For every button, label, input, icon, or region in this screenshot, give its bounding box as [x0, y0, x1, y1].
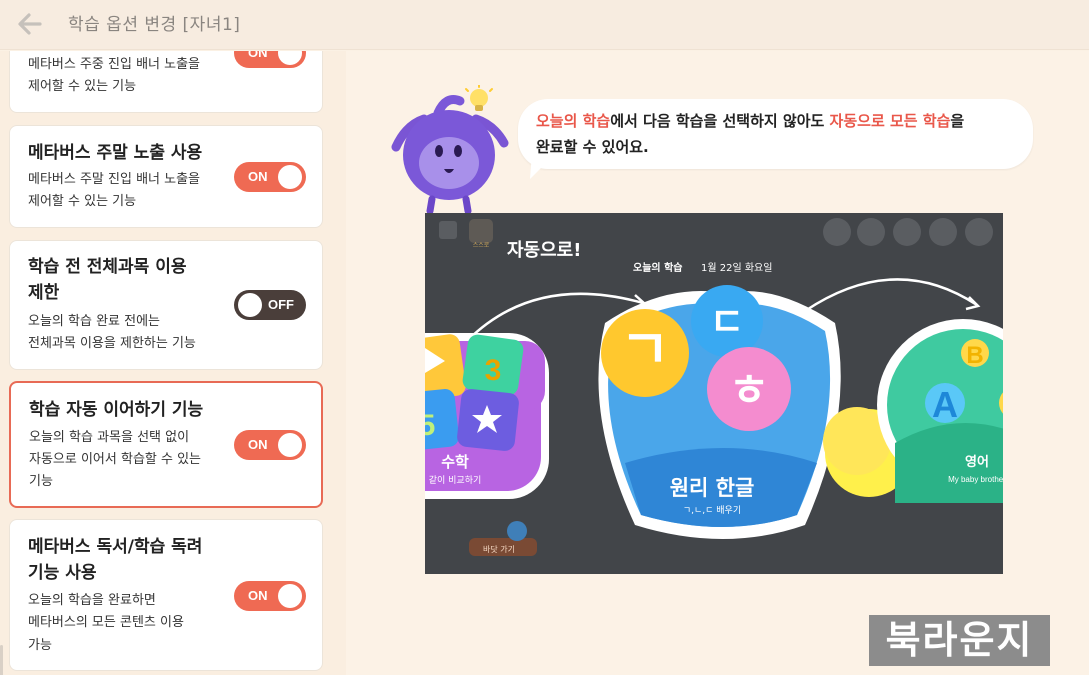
setting-desc: 전체과목 이용을 제한하는 기능 — [28, 336, 196, 351]
toggle-label: ON — [248, 437, 268, 452]
toggle-knob — [278, 165, 302, 189]
hangul-char: ㄷ — [710, 300, 745, 344]
bubble-text-segment: 에서 다음 학습을 선택하지 않아도 — [610, 112, 830, 130]
setting-title: 학습 자동 이어하기 기능 — [29, 400, 204, 420]
setting-desc: 제어할 수 있는 기능 — [28, 194, 137, 209]
math-digit: 3 — [485, 354, 502, 387]
setting-desc: 메타버스 주중 진입 배너 노출을 — [28, 57, 201, 72]
math-subtitle: 같이 비교하기 — [429, 474, 482, 486]
bubble-text-segment: 완료할 수 있어요. — [536, 138, 649, 156]
settings-list[interactable]: 메타버스 주중 진입 배너 노출을 제어할 수 있는 기능 ON 메타버스 주말… — [0, 51, 346, 675]
feature-illustration: 오늘의 학습에서 다음 학습을 선택하지 않아도 자동으로 모든 학습을 완료할… — [346, 51, 1089, 675]
setting-desc: 자동으로 이어서 학습할 수 있는 — [29, 452, 202, 467]
hangul-char: ㅎ — [729, 365, 769, 416]
setting-title: 메타버스 독서/학습 독려 — [28, 537, 203, 557]
flow-arrow — [804, 278, 978, 313]
toggle-label: ON — [248, 588, 268, 603]
scroll-indicator[interactable] — [0, 645, 3, 675]
setting-card-metaverse-encourage: 메타버스 독서/학습 독려 기능 사용 오늘의 학습을 완료하면 메타버스의 모… — [9, 519, 323, 671]
setting-card-weekday-banner: 메타버스 주중 진입 배너 노출을 제어할 수 있는 기능 ON — [9, 51, 323, 113]
setting-desc: 오늘의 학습 과목을 선택 없이 — [29, 430, 190, 445]
mascot-character-icon — [391, 85, 509, 215]
toggle-switch[interactable]: ON — [234, 581, 306, 611]
menu-icon — [965, 218, 993, 246]
toggle-switch[interactable]: OFF — [234, 290, 306, 320]
preview-canvas: 3 5 수학 같이 비교하기 ㄱ ㄷ ㅎ 원리 한글 ㄱ,ㄴ,ㄷ 배우기 B A… — [425, 218, 1003, 556]
english-letter: A — [932, 384, 958, 425]
grid-icon — [439, 221, 457, 239]
setting-desc: 기능 — [29, 474, 53, 489]
toggle-label: ON — [248, 51, 268, 60]
toggle-knob — [278, 584, 302, 608]
highlight-text: 오늘의 학습 — [536, 112, 611, 130]
toggle-switch[interactable]: ON — [234, 162, 306, 192]
page-title: 학습 옵션 변경 [자녀1] — [68, 15, 241, 35]
bag-icon — [857, 218, 885, 246]
toggle-label: ON — [248, 169, 268, 184]
app-preview-screenshot: 3 5 수학 같이 비교하기 ㄱ ㄷ ㅎ 원리 한글 ㄱ,ㄴ,ㄷ 배우기 B A… — [425, 213, 1003, 574]
pencil-icon — [823, 218, 851, 246]
math-digit: 5 — [425, 409, 435, 442]
english-letter: B — [966, 342, 983, 369]
setting-desc: 메타버스의 모든 콘텐츠 이용 — [28, 615, 184, 630]
search-icon — [929, 218, 957, 246]
boat-label: 바닷 가기 — [483, 544, 515, 554]
bubble-text-segment: 을 — [950, 112, 965, 130]
setting-desc: 메타버스 주말 진입 배너 노출을 — [28, 172, 201, 187]
setting-desc: 가능 — [28, 638, 52, 653]
self-study-label: 스스로 — [473, 242, 490, 249]
setting-card-auto-continue: 학습 자동 이어하기 기능 오늘의 학습 과목을 선택 없이 자동으로 이어서 … — [9, 381, 323, 508]
setting-desc: 오늘의 학습 완료 전에는 — [28, 314, 160, 329]
hangul-subtitle: ㄱ,ㄴ,ㄷ 배우기 — [683, 505, 741, 516]
math-title: 수학 — [441, 453, 469, 471]
setting-card-subject-restriction: 학습 전 전체과목 이용 제한 오늘의 학습 완료 전에는 전체과목 이용을 제… — [9, 240, 323, 370]
english-title: 영어 — [965, 454, 989, 470]
hangul-char: ㄱ — [620, 318, 670, 381]
speech-bubble: 오늘의 학습에서 다음 학습을 선택하지 않아도 자동으로 모든 학습을 완료할… — [518, 99, 1033, 179]
highlight-text: 자동으로 모든 학습 — [829, 112, 951, 130]
hangul-title: 원리 한글 — [670, 476, 755, 500]
setting-card-weekend-banner: 메타버스 주말 노출 사용 메타버스 주말 진입 배너 노출을 제어할 수 있는… — [9, 125, 323, 228]
bubble-message: 오늘의 학습에서 다음 학습을 선택하지 않아도 자동으로 모든 학습을 완료할… — [536, 108, 1031, 160]
back-arrow-icon[interactable] — [14, 8, 46, 40]
cap-icon — [893, 218, 921, 246]
toggle-switch[interactable]: ON — [234, 430, 306, 460]
setting-desc: 오늘의 학습을 완료하면 — [28, 593, 156, 608]
setting-desc: 제어할 수 있는 기능 — [28, 79, 137, 94]
setting-title: 제한 — [28, 283, 60, 303]
setting-title: 메타버스 주말 노출 사용 — [28, 143, 203, 163]
auto-label: 자동으로! — [507, 240, 581, 261]
toggle-knob — [278, 433, 302, 457]
setting-title: 기능 사용 — [28, 563, 97, 583]
toggle-knob — [238, 293, 262, 317]
self-study-icon — [469, 219, 493, 243]
toggle-switch[interactable]: ON — [234, 51, 306, 68]
english-subtitle: My baby brother — [948, 475, 1003, 484]
toggle-label: OFF — [268, 297, 294, 312]
toggle-knob — [278, 51, 302, 65]
setting-title: 학습 전 전체과목 이용 — [28, 257, 187, 277]
top-bar: 학습 옵션 변경 [자녀1] — [0, 0, 1089, 50]
watermark: 북라운지 — [869, 615, 1050, 666]
preview-header-label: 오늘의 학습 — [633, 261, 682, 274]
preview-header-date: 1월 22일 화요일 — [701, 262, 772, 274]
